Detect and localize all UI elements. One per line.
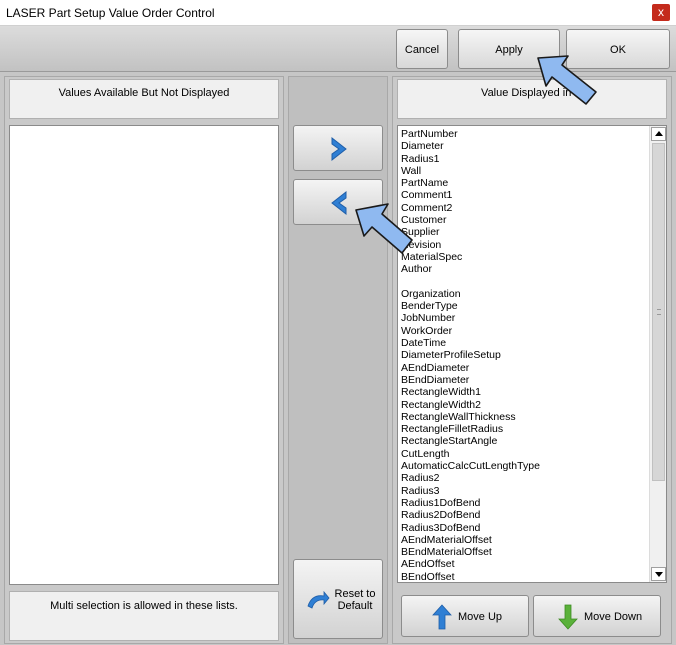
scroll-thumb[interactable] xyxy=(652,143,665,481)
list-item[interactable]: AEndDiameter xyxy=(401,362,649,374)
list-item[interactable]: Radius2 xyxy=(401,472,649,484)
multi-selection-note: Multi selection is allowed in these list… xyxy=(9,591,279,641)
reset-arrow-icon xyxy=(307,590,330,609)
chevron-right-icon xyxy=(331,136,347,162)
list-item[interactable]: Radius3DofBend xyxy=(401,522,649,534)
list-item[interactable]: BEndOffset xyxy=(401,571,649,582)
list-item[interactable]: Radius1DofBend xyxy=(401,497,649,509)
list-item[interactable] xyxy=(401,276,649,288)
list-item[interactable]: JobNumber xyxy=(401,312,649,324)
list-item[interactable]: BEndDiameter xyxy=(401,374,649,386)
list-item[interactable]: Wall xyxy=(401,165,649,177)
list-item[interactable]: Comment1 xyxy=(401,189,649,201)
arrow-up-icon xyxy=(432,604,452,630)
displayed-values-panel: Value Displayed in O PartNumber Diameter R… xyxy=(392,76,672,644)
move-up-button[interactable]: Move Up xyxy=(401,595,529,637)
title-bar: LASER Part Setup Value Order Control x xyxy=(0,0,676,26)
reset-label: Reset to Default xyxy=(334,588,376,612)
list-item[interactable]: Supplier xyxy=(401,226,649,238)
list-item[interactable]: AEndOffset xyxy=(401,558,649,570)
list-item[interactable]: Revision xyxy=(401,239,649,251)
list-item[interactable]: PartNumber xyxy=(401,128,649,140)
list-item[interactable]: Diameter xyxy=(401,140,649,152)
close-button[interactable]: x xyxy=(652,4,670,21)
list-item[interactable]: RectangleWidth1 xyxy=(401,386,649,398)
cancel-button[interactable]: Cancel xyxy=(396,29,448,69)
available-values-header: Values Available But Not Displayed xyxy=(9,79,279,119)
list-item[interactable]: DateTime xyxy=(401,337,649,349)
list-item[interactable]: Radius3 xyxy=(401,485,649,497)
list-scrollbar[interactable] xyxy=(649,126,666,582)
move-down-label: Move Down xyxy=(584,611,643,623)
list-item[interactable]: Author xyxy=(401,263,649,275)
move-up-label: Move Up xyxy=(458,611,503,623)
list-item[interactable]: WorkOrder xyxy=(401,325,649,337)
scroll-grip xyxy=(657,309,661,315)
list-item[interactable]: BEndMaterialOffset xyxy=(401,546,649,558)
list-item[interactable]: AutomaticCalcCutLengthType xyxy=(401,460,649,472)
list-item[interactable]: RectangleWidth2 xyxy=(401,399,649,411)
list-item[interactable]: PartName xyxy=(401,177,649,189)
list-item[interactable]: BenderType xyxy=(401,300,649,312)
available-values-panel: Values Available But Not Displayed Multi… xyxy=(4,76,284,644)
scroll-down-button[interactable] xyxy=(651,567,666,581)
list-item[interactable]: Customer xyxy=(401,214,649,226)
displayed-values-list[interactable]: PartNumber Diameter Radius1 Wall PartName Com… xyxy=(397,125,667,583)
chevron-left-icon xyxy=(331,190,347,216)
list-item[interactable]: Radius1 xyxy=(401,153,649,165)
reset-to-default-button[interactable]: Reset to Default xyxy=(293,559,383,639)
list-item[interactable]: RectangleFilletRadius xyxy=(401,423,649,435)
list-item[interactable]: RectangleWallThickness xyxy=(401,411,649,423)
displayed-values-items: PartNumber Diameter Radius1 Wall PartName Com… xyxy=(401,128,649,582)
tutorial-pointer-arrow-icon xyxy=(537,55,597,105)
move-down-button[interactable]: Move Down xyxy=(533,595,661,637)
scroll-up-button[interactable] xyxy=(651,127,666,141)
window-title: LASER Part Setup Value Order Control xyxy=(6,6,215,20)
list-item[interactable]: CutLength xyxy=(401,448,649,460)
displayed-values-header: Value Displayed in O xyxy=(397,79,667,119)
tutorial-pointer-arrow-icon xyxy=(355,203,413,254)
list-item[interactable]: RectangleStartAngle xyxy=(401,435,649,447)
list-item[interactable]: Comment2 xyxy=(401,202,649,214)
transfer-controls-panel: Reset to Default xyxy=(288,76,388,644)
available-values-list[interactable] xyxy=(9,125,279,585)
main-area: Values Available But Not Displayed Multi… xyxy=(0,72,676,645)
list-item[interactable]: MaterialSpec xyxy=(401,251,649,263)
list-item[interactable]: AEndMaterialOffset xyxy=(401,534,649,546)
arrow-down-icon xyxy=(558,604,578,630)
list-item[interactable]: Radius2DofBend xyxy=(401,509,649,521)
move-to-displayed-button[interactable] xyxy=(293,125,383,171)
list-item[interactable]: Organization xyxy=(401,288,649,300)
list-item[interactable]: DiameterProfileSetup xyxy=(401,349,649,361)
